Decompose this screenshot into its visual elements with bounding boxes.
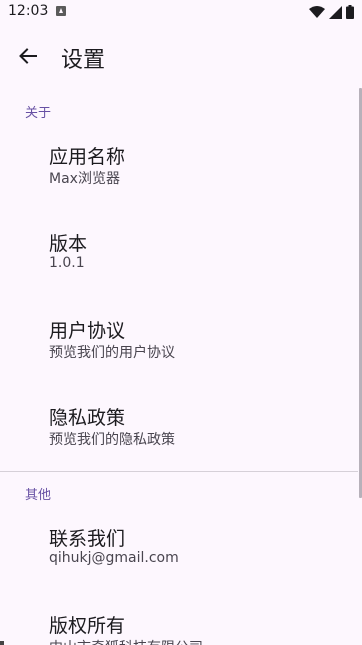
pref-summary: qihukj@gmail.com [49,550,179,566]
signal-icon [329,5,342,19]
pref-privacy-policy[interactable]: 隐私政策 预览我们的隐私政策 [0,391,358,463]
pref-title: 版本 [49,233,88,255]
section-divider [0,471,358,472]
battery-icon [346,5,354,19]
pref-summary: Max浏览器 [49,171,120,187]
status-time: 12:03 [8,3,49,19]
arrow-back-icon [19,48,37,64]
back-button[interactable] [12,40,44,72]
pref-title: 隐私政策 [49,407,126,429]
section-header-other: 其他 [25,488,52,503]
pref-user-agreement[interactable]: 用户协议 预览我们的用户协议 [0,304,358,376]
pref-title: 版权所有 [49,615,126,637]
wifi-icon [309,6,325,18]
pref-title: 应用名称 [49,146,126,168]
pref-summary: 预览我们的隐私政策 [49,432,175,448]
page-title: 设置 [61,48,106,73]
pref-title: 联系我们 [49,528,126,550]
pref-summary: 中山市奇狐科技有限公司 [49,637,203,645]
pref-title: 用户协议 [49,320,126,342]
pref-app-name[interactable]: 应用名称 Max浏览器 [0,130,358,202]
status-bar: 12:03 [0,0,362,26]
corner-mark [0,641,4,645]
pref-summary: 1.0.1 [49,255,85,271]
app-bar: 设置 [0,26,362,86]
pref-summary: 预览我们的用户协议 [49,345,175,361]
notification-icon [56,6,66,16]
pref-copyright[interactable]: 版权所有 中山市奇狐科技有限公司 [0,599,358,645]
pref-contact-us[interactable]: 联系我们 qihukj@gmail.com [0,512,358,584]
status-icons [309,5,354,19]
pref-version[interactable]: 版本 1.0.1 [0,217,358,289]
section-header-about: 关于 [25,106,52,121]
